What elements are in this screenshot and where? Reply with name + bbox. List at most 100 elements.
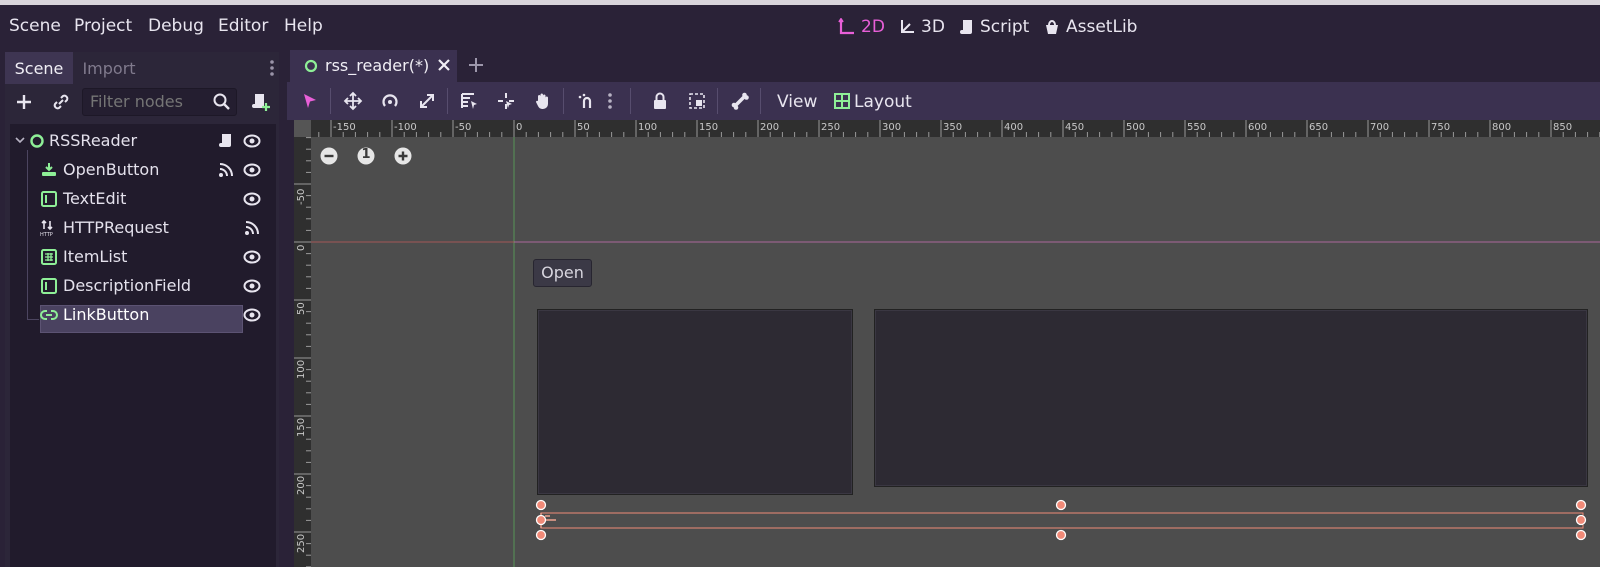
layout-icon xyxy=(834,93,850,109)
layout-menu[interactable]: Layout xyxy=(854,92,912,112)
pan-mode-button[interactable] xyxy=(531,90,555,112)
menu-debug[interactable]: Debug xyxy=(148,16,204,36)
menu-project[interactable]: Project xyxy=(74,16,132,36)
new-tab-plus-icon[interactable] xyxy=(467,56,485,74)
ruler-label: 100 xyxy=(638,122,657,133)
svg-text:HTTP: HTTP xyxy=(40,232,53,237)
textedit-icon xyxy=(41,191,57,207)
tree-item-label: RSSReader xyxy=(49,131,138,150)
group-icon xyxy=(689,93,705,109)
ruler-label: 250 xyxy=(821,122,840,133)
tree-item-label: ItemList xyxy=(63,247,128,266)
search-icon xyxy=(212,92,232,112)
close-icon[interactable] xyxy=(436,57,452,73)
attach-script-button[interactable] xyxy=(250,91,272,113)
menu-scene[interactable]: Scene xyxy=(9,16,61,36)
scale-icon xyxy=(420,94,434,108)
ruler-label: 850 xyxy=(1553,122,1572,133)
zoom-in-icon[interactable] xyxy=(393,146,413,166)
skeleton-button[interactable] xyxy=(728,90,752,112)
tree-item-label: DescriptionField xyxy=(63,276,192,295)
visibility-eye-icon[interactable] xyxy=(243,306,261,324)
open-button-preview[interactable]: Open xyxy=(533,259,592,287)
signal-icon[interactable] xyxy=(217,161,235,179)
ruler-label: 50 xyxy=(577,122,590,133)
collapse-arrow-icon[interactable] xyxy=(14,134,26,146)
toolbar-separator xyxy=(563,88,564,114)
node-circle-icon xyxy=(304,59,318,73)
tree-item-descriptionfield[interactable]: DescriptionField xyxy=(10,271,276,300)
horizontal-ruler: -150 -100 -50 0 50 100 150 200 250 300 350 400 450 50… xyxy=(294,120,1600,137)
select-mode-button[interactable] xyxy=(298,90,322,112)
lock-icon xyxy=(654,92,666,109)
lock-button[interactable] xyxy=(648,90,672,112)
tree-item-openbutton[interactable]: OpenButton xyxy=(10,155,276,184)
ruler-label: 450 xyxy=(1065,122,1084,133)
ruler-label: 0 xyxy=(516,122,522,133)
linkbutton-icon xyxy=(40,310,58,320)
workspace-2d-button[interactable]: 2D xyxy=(838,15,885,39)
button-icon xyxy=(42,163,56,176)
visibility-eye-icon[interactable] xyxy=(243,190,261,208)
visibility-eye-icon[interactable] xyxy=(243,248,261,266)
ruler-label: 150 xyxy=(699,122,718,133)
tree-item-linkbutton[interactable]: LinkButton xyxy=(10,300,276,329)
pivot-mode-button[interactable] xyxy=(494,90,518,112)
itemlist-icon xyxy=(41,249,57,265)
toolbar-separator xyxy=(330,88,331,114)
smart-snap-button[interactable] xyxy=(574,90,598,112)
ruler-label: 350 xyxy=(943,122,962,133)
workspace-2d-label: 2D xyxy=(861,17,885,37)
tree-item-httprequest[interactable]: HTTP HTTPRequest xyxy=(10,213,276,242)
zoom-out-icon[interactable] xyxy=(319,146,339,166)
menu-editor[interactable]: Editor xyxy=(218,16,268,36)
tree-item-textedit[interactable]: TextEdit xyxy=(10,184,276,213)
tree-item-itemlist[interactable]: ItemList xyxy=(10,242,276,271)
filter-nodes-input[interactable] xyxy=(90,92,210,111)
instance-scene-button[interactable] xyxy=(51,92,71,112)
tree-item-rssreader[interactable]: RSSReader xyxy=(10,126,276,155)
visibility-eye-icon[interactable] xyxy=(243,277,261,295)
tree-item-label: OpenButton xyxy=(63,160,160,179)
canvas-viewport[interactable] xyxy=(294,120,1600,567)
add-node-button[interactable] xyxy=(14,92,34,112)
script-icon[interactable] xyxy=(217,132,235,150)
scale-mode-button[interactable] xyxy=(415,90,439,112)
ruler-label: 550 xyxy=(1187,122,1206,133)
move-mode-button[interactable] xyxy=(341,90,365,112)
textedit-icon xyxy=(41,278,57,294)
view-menu[interactable]: View xyxy=(777,92,817,112)
workspace-script-button[interactable]: Script xyxy=(959,15,1029,39)
ruler-label: 150 xyxy=(296,418,307,437)
menu-help[interactable]: Help xyxy=(284,16,323,36)
workspace-3d-button[interactable]: 3D xyxy=(898,15,945,39)
ruler-label: 400 xyxy=(1004,122,1023,133)
ruler-label: 200 xyxy=(760,122,779,133)
ruler-label: 750 xyxy=(1431,122,1450,133)
zoom-reset-button[interactable]: 1 xyxy=(356,146,376,166)
signal-icon[interactable] xyxy=(243,219,261,237)
ruler-label: 100 xyxy=(296,360,307,379)
visibility-eye-icon[interactable] xyxy=(243,132,261,150)
ruler-label: 0 xyxy=(296,245,307,251)
dock-menu-icon[interactable] xyxy=(265,58,279,78)
more-vertical-icon xyxy=(608,93,612,109)
dock-tab-import[interactable]: Import xyxy=(73,52,145,84)
script-icon xyxy=(960,20,972,34)
vertical-ruler: -50 0 50 100 150 200 250 xyxy=(294,120,311,567)
3d-icon xyxy=(901,20,914,33)
visibility-eye-icon[interactable] xyxy=(243,161,261,179)
ruler-label: 500 xyxy=(1126,122,1145,133)
ruler-label: -100 xyxy=(394,122,417,133)
ruler-label: 300 xyxy=(882,122,901,133)
rotate-mode-button[interactable] xyxy=(378,90,402,112)
list-select-button[interactable] xyxy=(457,90,481,112)
toolbar-separator xyxy=(717,88,718,114)
snap-options-menu[interactable] xyxy=(600,90,620,112)
workspace-assetlib-button[interactable]: AssetLib xyxy=(1043,15,1137,39)
toolbar-separator xyxy=(447,88,448,114)
list-select-icon xyxy=(461,93,477,109)
linkbutton-selection[interactable] xyxy=(294,120,1600,567)
dock-tab-scene[interactable]: Scene xyxy=(5,52,73,84)
group-button[interactable] xyxy=(685,90,709,112)
